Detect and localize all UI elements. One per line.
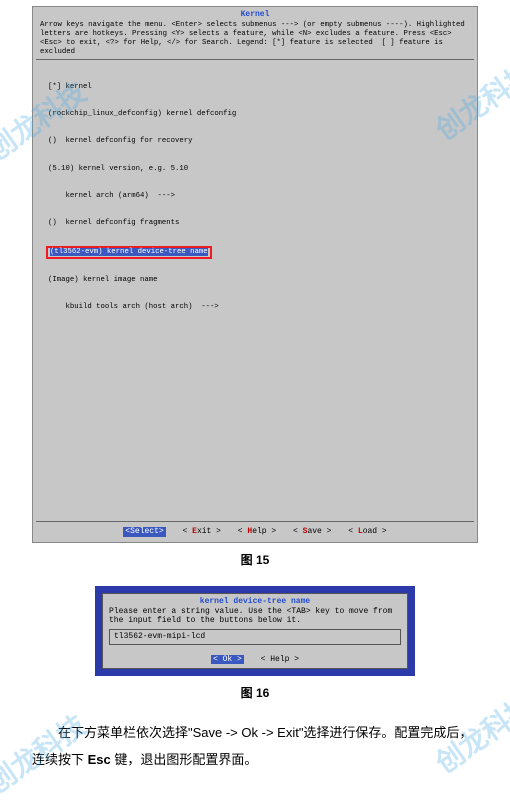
save-button: < Save > [293,527,331,537]
dialog-inner: kernel device-tree name Please enter a s… [102,593,408,669]
select-button: <Select> [123,527,165,537]
body-text-after: 键，退出图形配置界面。 [111,752,258,767]
terminal-menu-list: [*] kernel (rockchip_linux_defconfig) ke… [36,62,474,332]
dialog-button-bar: < Ok > < Help > [106,653,404,665]
divider [36,59,474,60]
ok-button: < Ok > [211,655,244,664]
menu-item-defconfig: (rockchip_linux_defconfig) kernel defcon… [48,110,462,119]
help-button: < Help > [261,655,299,664]
figure-caption-15: 图 15 [32,551,478,568]
dialog-title: kernel device-tree name [106,597,404,606]
menu-item-version: (5.10) kernel version, e.g. 5.10 [48,165,462,174]
menu-item-image: (Image) kernel image name [48,276,462,285]
figure-caption-16: 图 16 [32,684,478,701]
dialog-help-text: Please enter a string value. Use the <TA… [106,607,404,625]
menu-item-fragments: () kernel defconfig fragments [48,219,462,228]
terminal-button-bar: <Select> < Exit > < Help > < Save > < Lo… [36,524,474,539]
menu-item-arch: kernel arch (arm64) ---> [48,192,462,201]
menu-item-kernel: [*] kernel [48,83,462,92]
terminal-title: Kernel [36,10,474,20]
menu-item-kbuild: kbuild tools arch (host arch) ---> [48,303,462,312]
menu-item-devicetree-selected: (tl3562-evm) kernel device-tree name [48,247,462,258]
body-paragraph: 在下方菜单栏依次选择"Save -> Ok -> Exit"选择进行保存。配置完… [32,719,478,774]
body-text-esc: Esc [88,752,111,767]
terminal-kernel-menu: Kernel Arrow keys navigate the menu. <En… [32,6,478,543]
divider [36,521,474,522]
terminal-help-text: Arrow keys navigate the menu. <Enter> se… [36,21,474,57]
dialog-devicetree-name: kernel device-tree name Please enter a s… [95,586,415,676]
help-button: < Help > [238,527,276,537]
dialog-input-value: tl3562-evm-mipi-lcd [109,629,401,645]
load-button: < Load > [348,527,386,537]
terminal-empty-space [36,333,474,519]
exit-button: < Exit > [183,527,221,537]
document-page: Kernel Arrow keys navigate the menu. <En… [0,0,510,803]
menu-item-recovery: () kernel defconfig for recovery [48,137,462,146]
